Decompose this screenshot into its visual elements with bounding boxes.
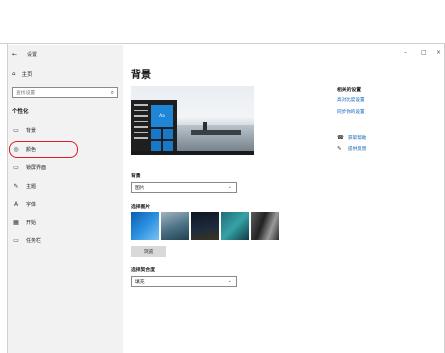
picture-thumbnail[interactable] bbox=[161, 212, 189, 240]
sidebar-item-background[interactable]: ▭ 背景 bbox=[12, 125, 118, 135]
get-help-label: 获取帮助 bbox=[348, 136, 367, 141]
feedback-label: 提供反馈 bbox=[348, 147, 367, 152]
related-settings: 相关的设置 高对比度设置 同步你的设置 bbox=[337, 86, 417, 121]
picture-thumbnail[interactable] bbox=[221, 212, 249, 240]
high-contrast-link[interactable]: 高对比度设置 bbox=[337, 97, 417, 103]
sidebar-item-taskbar[interactable]: ▭ 任务栏 bbox=[12, 235, 118, 245]
picture-thumbnails bbox=[131, 212, 279, 240]
search-input[interactable]: 查找设置 ⌕ bbox=[12, 87, 118, 98]
sidebar-item-start[interactable]: ▦ 开始 bbox=[12, 217, 118, 227]
taskbar-icon: ▭ bbox=[13, 236, 19, 244]
sidebar-item-label: 开始 bbox=[26, 219, 37, 226]
fit-select[interactable]: 填充 ⌄ bbox=[131, 276, 237, 287]
picture-thumbnail[interactable] bbox=[131, 212, 159, 240]
fit-select-value: 填充 bbox=[135, 280, 145, 285]
preview-tile bbox=[151, 129, 161, 139]
back-row: ← 设置 bbox=[12, 51, 37, 58]
search-icon: ⌕ bbox=[110, 89, 114, 96]
preview-pier-post bbox=[203, 122, 207, 130]
background-select[interactable]: 图片 ⌄ bbox=[131, 182, 237, 193]
preview-start-menu: Aa bbox=[131, 100, 177, 155]
sidebar-item-fonts[interactable]: A 字体 bbox=[12, 199, 118, 209]
start-icon: ▦ bbox=[13, 218, 19, 226]
section-title: 个性化 bbox=[12, 109, 29, 115]
lock-screen-icon: ▭ bbox=[13, 163, 19, 171]
preview-tile bbox=[163, 129, 173, 139]
image-icon: ▭ bbox=[13, 126, 19, 134]
chevron-down-icon: ⌄ bbox=[227, 184, 232, 190]
fit-label: 选择契合度 bbox=[131, 268, 155, 273]
preview-pier bbox=[191, 130, 241, 135]
sidebar-item-label: 主题 bbox=[26, 183, 37, 190]
feedback-icon: ✎ bbox=[337, 146, 342, 152]
sync-settings-link[interactable]: 同步你的设置 bbox=[337, 109, 417, 115]
settings-window: ← 设置 ⌂ 主页 查找设置 ⌕ 个性化 ▭ 背景 ◎ 颜色 ▭ 锁屏界面 ✎ … bbox=[0, 0, 445, 353]
page-title: 背景 bbox=[131, 70, 151, 81]
background-preview: Aa bbox=[131, 86, 254, 155]
preview-taskbar bbox=[131, 151, 254, 155]
browse-button[interactable]: 浏览 bbox=[131, 246, 166, 257]
background-label: 背景 bbox=[131, 174, 141, 179]
app-title: 设置 bbox=[27, 52, 38, 58]
preview-tile: Aa bbox=[151, 105, 173, 127]
feedback-link[interactable]: ✎ 提供反馈 bbox=[337, 146, 366, 152]
preview-tile bbox=[151, 141, 161, 151]
sidebar-item-home[interactable]: ⌂ 主页 bbox=[12, 70, 33, 78]
get-help-link[interactable]: ☎ 获取帮助 bbox=[337, 135, 366, 141]
background-select-value: 图片 bbox=[135, 186, 145, 191]
help-icon: ☎ bbox=[337, 135, 344, 141]
preview-tile bbox=[163, 141, 173, 151]
sidebar-item-label: 任务栏 bbox=[26, 237, 42, 244]
search-placeholder: 查找设置 bbox=[16, 91, 36, 96]
back-arrow-icon[interactable]: ← bbox=[12, 51, 17, 58]
maximize-button[interactable]: □ bbox=[421, 49, 427, 56]
home-label: 主页 bbox=[21, 72, 33, 78]
font-icon: A bbox=[13, 200, 19, 208]
sidebar-item-label: 背景 bbox=[26, 127, 37, 134]
choose-picture-label: 选择图片 bbox=[131, 205, 151, 210]
preview-menu-list bbox=[134, 104, 148, 143]
picture-thumbnail[interactable] bbox=[191, 212, 219, 240]
minimize-button[interactable]: – bbox=[404, 49, 407, 56]
sidebar: ← 设置 ⌂ 主页 查找设置 ⌕ 个性化 ▭ 背景 ◎ 颜色 ▭ 锁屏界面 ✎ … bbox=[8, 45, 123, 353]
highlight-annotation bbox=[9, 141, 78, 158]
related-heading: 相关的设置 bbox=[337, 88, 361, 93]
home-icon: ⌂ bbox=[12, 71, 16, 77]
window-top bbox=[0, 0, 445, 44]
chevron-down-icon: ⌄ bbox=[227, 278, 232, 284]
sidebar-item-label: 字体 bbox=[26, 201, 37, 208]
picture-thumbnail[interactable] bbox=[251, 212, 279, 240]
theme-icon: ✎ bbox=[13, 182, 19, 190]
close-button[interactable]: × bbox=[436, 49, 441, 56]
sidebar-item-label: 锁屏界面 bbox=[26, 164, 47, 171]
sidebar-item-themes[interactable]: ✎ 主题 bbox=[12, 181, 118, 191]
sidebar-item-lock-screen[interactable]: ▭ 锁屏界面 bbox=[12, 162, 118, 172]
